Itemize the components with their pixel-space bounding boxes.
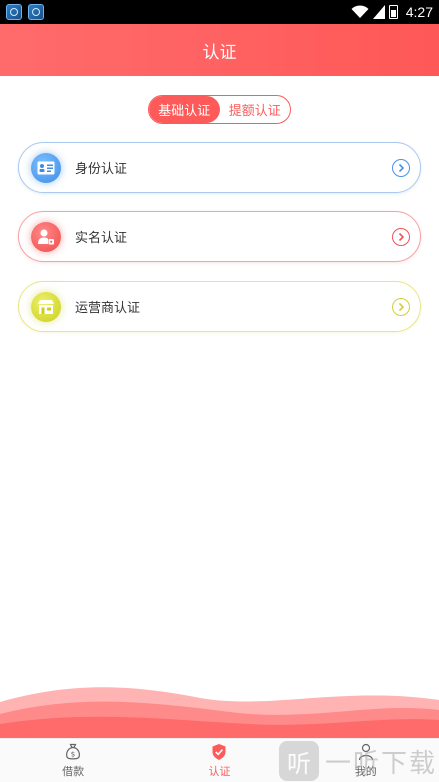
- tab-basic-auth[interactable]: 基础认证: [149, 96, 220, 123]
- signal-icon: [372, 5, 385, 19]
- identity-auth-label: 身份认证: [75, 162, 128, 177]
- id-card-icon: [31, 152, 61, 183]
- chevron-right-icon: [392, 158, 410, 177]
- chevron-right-icon: [392, 297, 410, 316]
- watermark-text: 一听下载: [325, 748, 438, 779]
- realname-auth-card[interactable]: 实名认证: [18, 211, 421, 262]
- store-icon: [31, 291, 61, 322]
- chevron-right-icon: [392, 227, 410, 246]
- notification-app-icon: [28, 4, 44, 20]
- tab-auth[interactable]: 认证: [146, 739, 292, 782]
- battery-icon: [388, 5, 398, 19]
- operator-auth-label: 运营商认证: [75, 301, 141, 316]
- user-lock-icon: [31, 221, 61, 252]
- money-bag-icon: $: [66, 743, 81, 759]
- app-header: 认证: [0, 24, 439, 76]
- status-bar: 4:27: [0, 0, 439, 24]
- notification-app-icon: [6, 4, 22, 20]
- tab-limit-auth[interactable]: 提额认证: [220, 96, 291, 123]
- operator-auth-card[interactable]: 运营商认证: [18, 281, 421, 332]
- wifi-icon: [351, 5, 369, 18]
- watermark: 听 一听下载: [279, 740, 439, 782]
- tab-loan-label: 借款: [62, 764, 85, 778]
- realname-auth-label: 实名认证: [75, 231, 128, 246]
- watermark-logo: 听: [279, 741, 319, 781]
- decorative-waves: [0, 687, 439, 738]
- svg-text:$: $: [71, 750, 75, 758]
- identity-auth-card[interactable]: 身份认证: [18, 142, 421, 193]
- page-title: 认证: [202, 42, 237, 63]
- verified-shield-icon: [212, 743, 226, 760]
- status-indicators: 4:27: [351, 4, 433, 20]
- tab-loan[interactable]: $ 借款: [0, 739, 146, 782]
- status-time: 4:27: [405, 4, 433, 20]
- auth-type-segment: 基础认证 提额认证: [148, 95, 291, 124]
- tab-auth-label: 认证: [208, 764, 231, 778]
